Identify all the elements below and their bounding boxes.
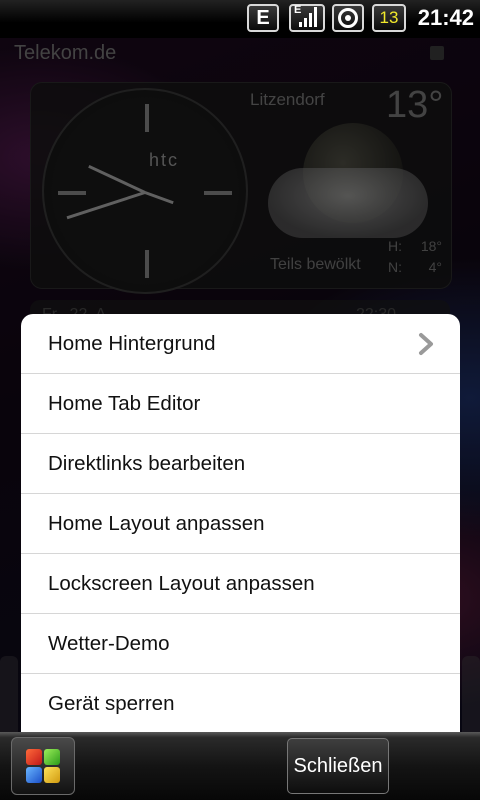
- home-options-menu: Home Hintergrund Home Tab Editor Direktl…: [21, 314, 460, 732]
- all-apps-icon: [26, 749, 60, 783]
- bottom-bar: Schließen: [0, 732, 480, 800]
- menu-item-home-background[interactable]: Home Hintergrund: [21, 314, 460, 374]
- notification-count: 13: [379, 8, 399, 27]
- menu-item-weather-demo[interactable]: Wetter-Demo: [21, 614, 460, 674]
- menu-item-edit-shortcuts[interactable]: Direktlinks bearbeiten: [21, 434, 460, 494]
- menu-item-label: Home Tab Editor: [48, 392, 201, 415]
- all-apps-button[interactable]: [11, 737, 75, 795]
- edge-network-label: E: [256, 7, 270, 29]
- edge-network-icon: E: [247, 4, 279, 32]
- sync-icon: [332, 4, 364, 32]
- menu-item-label: Gerät sperren: [48, 692, 175, 715]
- menu-item-lockscreen-layout[interactable]: Lockscreen Layout anpassen: [21, 554, 460, 614]
- status-bar: E E 13 21:42: [0, 0, 480, 38]
- menu-item-label: Direktlinks bearbeiten: [48, 452, 246, 475]
- menu-item-label: Home Hintergrund: [48, 332, 216, 355]
- notification-count-badge: 13: [372, 4, 406, 32]
- menu-item-home-tab-editor[interactable]: Home Tab Editor: [21, 374, 460, 434]
- menu-item-label: Lockscreen Layout anpassen: [48, 572, 315, 595]
- menu-item-label: Wetter-Demo: [48, 632, 170, 655]
- signal-strength-icon: E: [289, 4, 325, 32]
- chevron-right-icon: [419, 333, 433, 355]
- menu-item-label: Home Layout anpassen: [48, 512, 265, 535]
- menu-item-home-layout[interactable]: Home Layout anpassen: [21, 494, 460, 554]
- menu-item-lock-device[interactable]: Gerät sperren: [21, 674, 460, 732]
- close-button[interactable]: Schließen: [287, 738, 389, 794]
- status-time: 21:42: [417, 5, 474, 30]
